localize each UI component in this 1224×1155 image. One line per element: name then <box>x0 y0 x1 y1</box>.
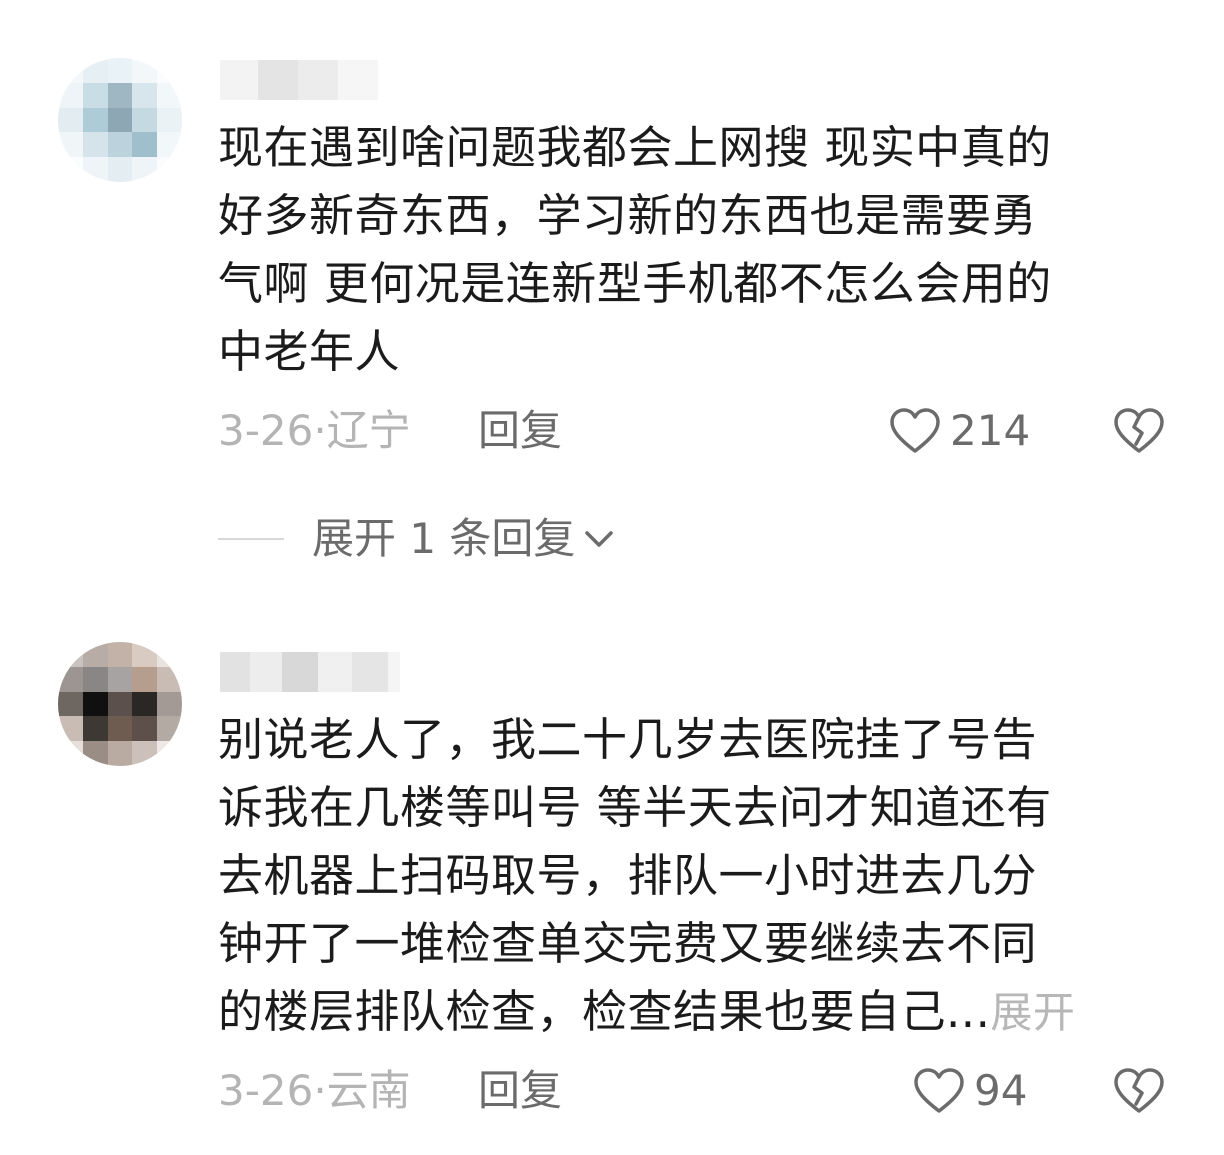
broken-heart-icon <box>1114 1068 1164 1113</box>
dislike-button[interactable] <box>1112 1066 1166 1116</box>
comment-date-location: 3-26·云南 <box>218 1066 411 1115</box>
like-count: 214 <box>950 406 1031 455</box>
comment-text: 别说老人了，我二十几岁去医院挂了号告 诉我在几楼等叫号 等半天去问才知道还有 去… <box>218 706 1158 1047</box>
avatar[interactable] <box>58 58 182 182</box>
comment-line: 去机器上扫码取号，排队一小时进去几分 <box>218 849 1038 902</box>
comment-date-location: 3-26·辽宁 <box>218 406 411 455</box>
comment-line: 中老年人 <box>218 325 401 378</box>
like-button[interactable]: 94 <box>912 1066 1027 1116</box>
dislike-button[interactable] <box>1112 406 1166 456</box>
reply-button[interactable]: 回复 <box>478 406 562 456</box>
heart-outline-icon <box>914 1068 964 1113</box>
divider <box>218 538 284 540</box>
comment-line: 气啊 更何况是连新型手机都不怎么会用的 <box>218 257 1052 310</box>
comment-text: 现在遇到啥问题我都会上网搜 现实中真的 好多新奇东西，学习新的东西也是需要勇 气… <box>218 114 1158 386</box>
comment-line: 现在遇到啥问题我都会上网搜 现实中真的 <box>218 121 1052 174</box>
broken-heart-icon <box>1114 408 1164 453</box>
comment-line-last: 的楼层排队检查，检查结果也要自己...展开 <box>218 978 1158 1047</box>
comment-line: 诉我在几楼等叫号 等半天去问才知道还有 <box>218 781 1052 834</box>
avatar[interactable] <box>58 642 182 766</box>
username[interactable] <box>220 60 378 100</box>
like-count: 94 <box>974 1066 1028 1115</box>
expand-text-button[interactable]: 展开 <box>990 988 1075 1037</box>
comment-line: 好多新奇东西，学习新的东西也是需要勇 <box>218 189 1038 242</box>
comment-line: 钟开了一堆检查单交完费又要继续去不同 <box>218 917 1038 970</box>
comment-line: 别说老人了，我二十几岁去医院挂了号告 <box>218 713 1038 766</box>
expand-replies-button[interactable]: 展开 1 条回复 <box>218 514 617 564</box>
like-button[interactable]: 214 <box>888 406 1030 456</box>
heart-outline-icon <box>890 408 940 453</box>
chevron-down-icon <box>585 531 614 547</box>
expand-replies-label: 展开 1 条回复 <box>312 514 576 563</box>
reply-button[interactable]: 回复 <box>478 1066 562 1116</box>
comment-line: 的楼层排队检查，检查结果也要自己... <box>218 985 991 1038</box>
username[interactable] <box>220 652 400 692</box>
